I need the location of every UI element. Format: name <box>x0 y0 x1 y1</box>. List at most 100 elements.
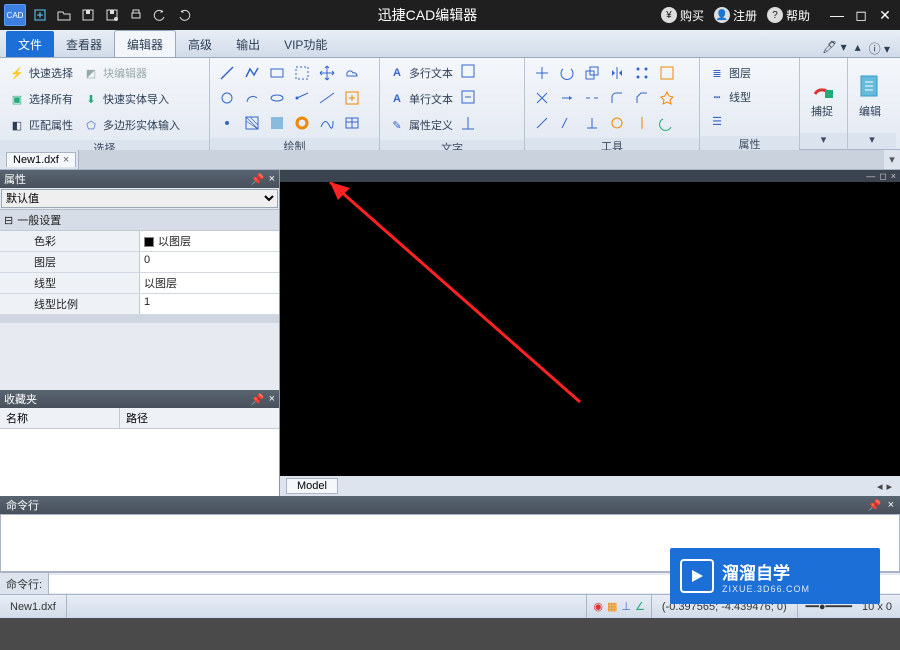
saveas-icon[interactable] <box>102 5 122 25</box>
block-editor-button[interactable]: ◩块编辑器 <box>80 62 183 84</box>
prop-section-general[interactable]: ⊟一般设置 <box>0 210 279 231</box>
layer-button[interactable]: ≣图层 <box>706 62 754 84</box>
panel-close-icon[interactable]: × <box>269 173 275 186</box>
print-icon[interactable] <box>126 5 146 25</box>
close-tab-icon[interactable]: × <box>63 154 69 166</box>
select-all-button[interactable]: ▣选择所有 <box>6 88 76 110</box>
edit-dropdown[interactable]: ▾ <box>848 133 896 149</box>
mtext-button[interactable]: A多行文本 <box>386 62 456 84</box>
open-icon[interactable] <box>54 5 74 25</box>
save-icon[interactable] <box>78 5 98 25</box>
tool-break-icon[interactable] <box>581 87 603 109</box>
stext-button[interactable]: A单行文本 <box>386 88 456 110</box>
tab-advanced[interactable]: 高级 <box>176 31 224 57</box>
circle-icon[interactable] <box>216 87 238 109</box>
table-icon[interactable] <box>341 112 363 134</box>
tab-file[interactable]: 文件 <box>6 31 54 57</box>
polyline-icon[interactable] <box>241 62 263 84</box>
snap-button[interactable]: 捕捉 <box>802 60 842 131</box>
arc-icon[interactable] <box>241 87 263 109</box>
tool-dim3-icon[interactable] <box>581 112 603 134</box>
cmd-close-icon[interactable]: × <box>888 499 894 511</box>
props-more-button[interactable]: ☰ <box>706 110 754 132</box>
canvas-min-icon[interactable]: ― <box>866 171 875 181</box>
prop-row-ltype[interactable]: 线型以图层 <box>0 273 279 294</box>
tool-explode-icon[interactable] <box>656 87 678 109</box>
gradient-icon[interactable] <box>266 112 288 134</box>
tool-array-icon[interactable] <box>631 62 653 84</box>
model-tab[interactable]: Model <box>286 478 338 494</box>
text-tool1-icon[interactable] <box>460 63 480 83</box>
ribbon-help-icon[interactable]: ⓘ ▾ <box>869 40 890 57</box>
tool-offset-icon[interactable] <box>656 62 678 84</box>
polar-toggle-icon[interactable]: ∠ <box>635 600 645 613</box>
prop-scrollbar[interactable] <box>0 315 279 323</box>
buy-button[interactable]: ¥购买 <box>661 7 704 24</box>
fav-col-name[interactable]: 名称 <box>0 408 120 428</box>
scroll-left-icon[interactable]: ◂ <box>877 480 883 493</box>
prop-row-lscale[interactable]: 线型比例1 <box>0 294 279 315</box>
undo-icon[interactable] <box>150 5 170 25</box>
canvas-max-icon[interactable]: ◻ <box>879 171 886 182</box>
doc-tab-dropdown-icon[interactable]: ▾ <box>884 153 900 166</box>
ray-icon[interactable] <box>291 87 313 109</box>
polygon-input-button[interactable]: ⬠多边形实体输入 <box>80 114 183 136</box>
help-button[interactable]: ?帮助 <box>767 7 810 24</box>
snap-dropdown[interactable]: ▾ <box>800 133 847 149</box>
tab-output[interactable]: 输出 <box>224 31 272 57</box>
tool-rotate-icon[interactable] <box>556 62 578 84</box>
close-button[interactable]: ✕ <box>876 6 894 24</box>
attrdef-button[interactable]: ✎属性定义 <box>386 114 456 136</box>
property-dropdown[interactable]: 默认值 <box>1 189 278 208</box>
tool-move-icon[interactable] <box>531 62 553 84</box>
pin-icon[interactable]: 📌 <box>251 173 265 186</box>
ellipse-icon[interactable] <box>266 87 288 109</box>
point-icon[interactable] <box>216 112 238 134</box>
line-icon[interactable] <box>216 62 238 84</box>
tab-viewer[interactable]: 查看器 <box>54 31 114 57</box>
snap-toggle-icon[interactable]: ◉ <box>593 600 603 613</box>
prop-row-layer[interactable]: 图层0 <box>0 252 279 273</box>
donut-icon[interactable] <box>291 112 313 134</box>
match-props-button[interactable]: ◧匹配属性 <box>6 114 76 136</box>
canvas-close-icon[interactable]: × <box>891 171 896 181</box>
quick-select-button[interactable]: ⚡快速选择 <box>6 62 76 84</box>
tool-dim1-icon[interactable] <box>531 112 553 134</box>
new-icon[interactable] <box>30 5 50 25</box>
tool-scale-icon[interactable] <box>581 62 603 84</box>
ortho-toggle-icon[interactable]: ⊥ <box>621 600 631 613</box>
scroll-right-icon[interactable]: ▸ <box>886 480 892 493</box>
prop-row-color[interactable]: 色彩以图层 <box>0 231 279 252</box>
xline-icon[interactable] <box>316 87 338 109</box>
linetype-button[interactable]: ┅线型 <box>706 86 754 108</box>
style-dropdown-icon[interactable]: 🖊 ▾ <box>822 40 847 57</box>
text-tool2-icon[interactable] <box>460 89 480 109</box>
tool-mirror-icon[interactable] <box>606 62 628 84</box>
spline-icon[interactable] <box>316 112 338 134</box>
move-icon[interactable] <box>316 62 338 84</box>
tab-editor[interactable]: 编辑器 <box>114 30 176 57</box>
region-icon[interactable] <box>291 62 313 84</box>
tool-measure-icon[interactable] <box>606 112 628 134</box>
entity-import-button[interactable]: ⬇快速实体导入 <box>80 88 183 110</box>
grid-toggle-icon[interactable]: ▦ <box>607 600 617 613</box>
tool-refresh-icon[interactable] <box>656 112 678 134</box>
fav-close-icon[interactable]: × <box>269 393 275 406</box>
tool-trim-icon[interactable] <box>531 87 553 109</box>
drawing-canvas[interactable] <box>280 182 900 476</box>
text-tool3-icon[interactable] <box>460 115 480 135</box>
tool-dim2-icon[interactable] <box>556 112 578 134</box>
register-button[interactable]: 👤注册 <box>714 7 757 24</box>
rectangle-icon[interactable] <box>266 62 288 84</box>
tool-align-icon[interactable] <box>631 112 653 134</box>
hatch-icon[interactable] <box>241 112 263 134</box>
maximize-button[interactable]: ◻ <box>852 6 870 24</box>
tool-fillet-icon[interactable] <box>606 87 628 109</box>
tool-extend-icon[interactable] <box>556 87 578 109</box>
edit-button[interactable]: 编辑 <box>850 60 890 131</box>
doc-tab-active[interactable]: New1.dxf× <box>6 152 76 167</box>
cloud-icon[interactable] <box>341 62 363 84</box>
cmd-pin-icon[interactable]: 📌 <box>868 499 882 512</box>
redo-icon[interactable] <box>174 5 194 25</box>
tool-chamfer-icon[interactable] <box>631 87 653 109</box>
